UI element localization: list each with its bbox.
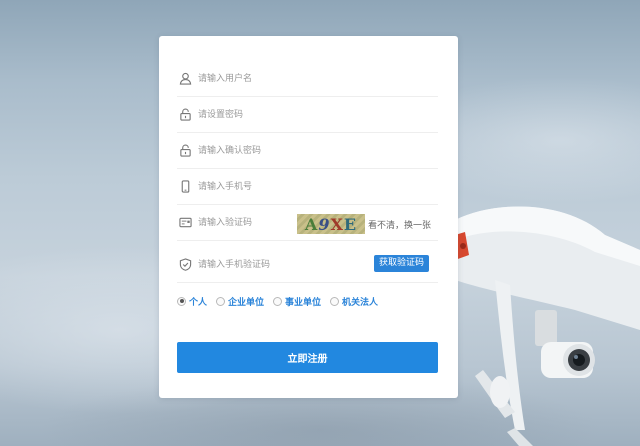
captcha-char: 9 <box>318 214 331 234</box>
captcha-icon <box>178 216 192 230</box>
user-type-label: 事业单位 <box>285 297 322 308</box>
user-type-radio-group: 个人 企业单位 事业单位 机关法人 <box>177 294 387 308</box>
user-type-label: 个人 <box>189 297 208 308</box>
user-type-label: 企业单位 <box>228 297 265 308</box>
captcha-char: X <box>330 214 344 234</box>
user-type-enterprise[interactable]: 企业单位 <box>216 295 264 308</box>
password-input[interactable] <box>198 104 318 125</box>
refresh-captcha-link[interactable]: 看不清，换一张 <box>368 218 431 231</box>
user-type-government[interactable]: 机关法人 <box>330 295 378 308</box>
phone-row <box>177 169 438 205</box>
drone-illustration <box>455 206 640 446</box>
get-sms-code-button[interactable]: 获取验证码 <box>373 255 429 272</box>
captcha-row: A 9 X E 看不清，换一张 <box>177 205 438 241</box>
captcha-input[interactable] <box>198 212 293 233</box>
captcha-char: E <box>343 214 358 234</box>
phone-icon <box>178 180 192 194</box>
shield-check-icon <box>178 258 192 272</box>
sms-code-row: 获取验证码 <box>177 247 438 283</box>
lock-icon <box>178 108 192 122</box>
phone-input[interactable] <box>198 176 318 197</box>
radio-button[interactable] <box>216 296 226 306</box>
user-type-personal[interactable]: 个人 <box>177 295 207 308</box>
username-input[interactable] <box>198 68 318 89</box>
radio-button[interactable] <box>330 296 340 306</box>
sms-code-input[interactable] <box>198 254 318 275</box>
radio-button[interactable] <box>177 296 186 306</box>
register-card: A 9 X E 看不清，换一张 获取验证码 个人 企业单位 事业单位 机关法人 <box>159 36 458 398</box>
captcha-image[interactable]: A 9 X E <box>297 214 365 234</box>
user-icon <box>178 72 192 86</box>
captcha-char: A <box>304 214 319 234</box>
register-submit-button[interactable]: 立即注册 <box>177 342 438 373</box>
username-row <box>177 61 438 97</box>
confirm-password-row <box>177 133 438 169</box>
user-type-institution[interactable]: 事业单位 <box>273 295 321 308</box>
password-row <box>177 97 438 133</box>
confirm-password-input[interactable] <box>198 140 318 161</box>
lock-icon <box>178 144 192 158</box>
user-type-label: 机关法人 <box>342 297 379 308</box>
radio-button[interactable] <box>273 296 283 306</box>
